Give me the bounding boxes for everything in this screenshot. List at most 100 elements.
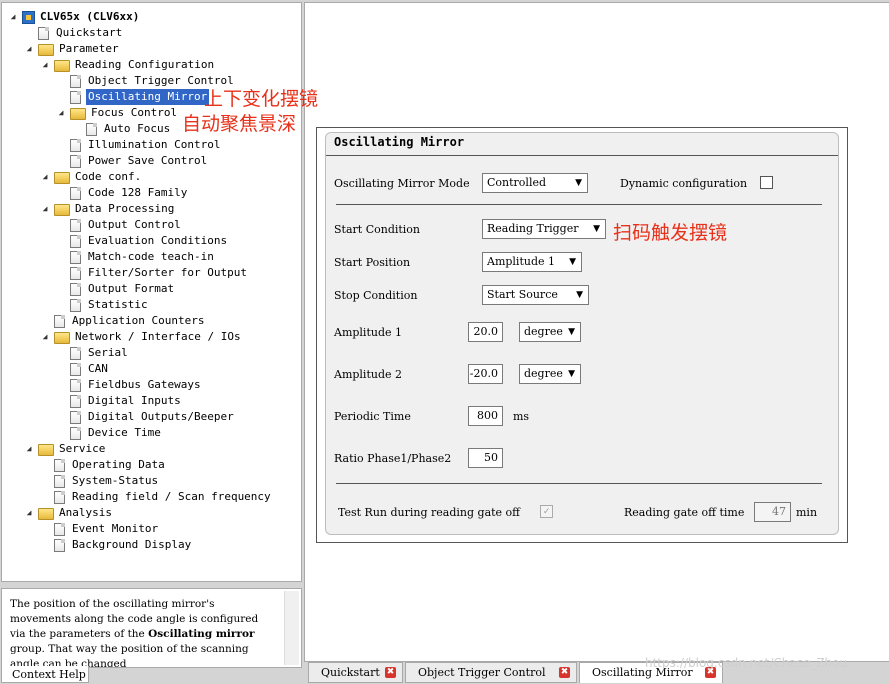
tree-item[interactable]: Output Control [2, 217, 299, 233]
tree-item-label: Analysis [59, 506, 112, 519]
tree-item[interactable]: Code 128 Family [2, 185, 299, 201]
chevron-down-icon: ▼ [569, 257, 576, 267]
chevron-down-icon: ▼ [593, 224, 600, 234]
tree-item[interactable]: System-Status [2, 473, 299, 489]
folder-icon [54, 60, 70, 72]
tree-item[interactable]: Illumination Control [2, 137, 299, 153]
start-condition-select[interactable]: Reading Trigger ▼ [482, 219, 606, 239]
tree-item-label: Reading Configuration [75, 58, 215, 71]
tree-item-label: Power Save Control [88, 154, 208, 167]
document-icon [38, 27, 49, 40]
close-icon[interactable]: ✖ [385, 667, 396, 678]
tree-item-label: Evaluation Conditions [88, 234, 228, 247]
folder-icon [54, 172, 70, 184]
expand-toggle-icon[interactable]: ◢ [40, 329, 50, 345]
oscillating-mirror-panel: Oscillating Mirror Oscillating Mirror Mo… [316, 127, 848, 543]
folder-icon [38, 444, 54, 456]
document-icon [70, 187, 81, 200]
expand-toggle-icon[interactable]: ◢ [40, 169, 50, 185]
tree-item[interactable]: Serial [2, 345, 299, 361]
expand-toggle-icon[interactable]: ◢ [24, 505, 34, 521]
document-icon [70, 251, 81, 264]
tree-item-label: System-Status [72, 474, 159, 487]
chevron-down-icon: ▼ [568, 369, 575, 379]
annotation-oscillating-mirror: 上下变化摆镜 [204, 88, 319, 110]
document-icon [70, 267, 81, 280]
tree-item[interactable]: Filter/Sorter for Output [2, 265, 299, 281]
tree-item-label: Quickstart [56, 26, 123, 39]
tree-item[interactable]: ◢ Network / Interface / IOs [2, 329, 299, 345]
tree-item[interactable]: Background Display [2, 537, 299, 553]
document-icon [70, 347, 81, 360]
test-run-checkbox[interactable]: ✓ [540, 505, 553, 518]
divider [326, 155, 838, 156]
document-icon [54, 539, 65, 552]
mode-select[interactable]: Controlled ▼ [482, 173, 588, 193]
tab-object-trigger-control[interactable]: Object Trigger Control ✖ [405, 662, 577, 683]
tree-item[interactable]: ◢ Reading Configuration [2, 57, 299, 73]
tree-item[interactable]: Event Monitor [2, 521, 299, 537]
folder-icon [38, 44, 54, 56]
expand-toggle-icon[interactable]: ◢ [40, 201, 50, 217]
divider [336, 204, 822, 205]
stop-condition-select[interactable]: Start Source ▼ [482, 285, 589, 305]
tab-quickstart[interactable]: Quickstart ✖ [308, 662, 403, 683]
tree-item[interactable]: Application Counters [2, 313, 299, 329]
expand-toggle-icon[interactable]: ◢ [40, 57, 50, 73]
tree-item[interactable]: ◢ Code conf. [2, 169, 299, 185]
ratio-input[interactable]: 50 [468, 448, 503, 468]
document-icon [70, 299, 81, 312]
amplitude2-unit-select[interactable]: degree ▼ [519, 364, 581, 384]
document-icon [70, 139, 81, 152]
document-icon [70, 155, 81, 168]
context-help-tab[interactable]: Context Help [1, 666, 89, 683]
tree-item-label: Auto Focus [104, 122, 171, 135]
tree-item[interactable]: Match-code teach-in [2, 249, 299, 265]
tree-item-label: Operating Data [72, 458, 165, 471]
amplitude1-unit-select[interactable]: degree ▼ [519, 322, 581, 342]
tree-item-label: Digital Outputs/Beeper [88, 410, 234, 423]
close-icon[interactable]: ✖ [559, 667, 570, 678]
context-help-text: The position of the oscillating mirror's… [10, 598, 259, 668]
tree-item-label: Serial [88, 346, 128, 359]
stop-condition-label: Stop Condition [334, 289, 418, 302]
tree-item[interactable]: ◢ Service [2, 441, 299, 457]
gate-off-time-label: Reading gate off time [624, 506, 745, 519]
tree-item[interactable]: Power Save Control [2, 153, 299, 169]
help-scrollbar[interactable] [284, 591, 299, 665]
tree-item[interactable]: ◢ Parameter [2, 41, 299, 57]
tree-item[interactable]: Fieldbus Gateways [2, 377, 299, 393]
tree-item[interactable]: Digital Outputs/Beeper [2, 409, 299, 425]
tree-item[interactable]: ◢ Data Processing [2, 201, 299, 217]
expand-toggle-icon[interactable]: ◢ [56, 105, 66, 121]
tree-item[interactable]: Reading field / Scan frequency [2, 489, 299, 505]
tree-item[interactable]: Device Time [2, 425, 299, 441]
tree-item[interactable]: CAN [2, 361, 299, 377]
dynamic-config-checkbox[interactable] [760, 176, 773, 189]
expand-toggle-icon[interactable]: ◢ [8, 9, 18, 25]
tree-item[interactable]: ◢ CLV65x (CLV6xx) [2, 9, 299, 25]
start-position-select[interactable]: Amplitude 1 ▼ [482, 252, 582, 272]
tree-item[interactable]: Digital Inputs [2, 393, 299, 409]
periodic-time-unit: ms [513, 410, 530, 423]
tree-item[interactable]: Statistic [2, 297, 299, 313]
amplitude2-input[interactable]: -20.0 [468, 364, 503, 384]
gate-off-time-input[interactable]: 47 [754, 502, 791, 522]
tree-item[interactable]: Output Format [2, 281, 299, 297]
tree-item[interactable]: Operating Data [2, 457, 299, 473]
tree-item-label: CAN [88, 362, 108, 375]
tree-item[interactable]: ◢ Analysis [2, 505, 299, 521]
tree-item-label: Code conf. [75, 170, 142, 183]
tree-item[interactable]: Quickstart [2, 25, 299, 41]
tree-item-label: Filter/Sorter for Output [88, 266, 247, 279]
periodic-time-input[interactable]: 800 [468, 406, 503, 426]
tree-item-label: CLV65x (CLV6xx) [40, 10, 140, 23]
document-icon [70, 283, 81, 296]
document-icon [54, 475, 65, 488]
expand-toggle-icon[interactable]: ◢ [24, 441, 34, 457]
mode-label: Oscillating Mirror Mode [334, 177, 470, 190]
expand-toggle-icon[interactable]: ◢ [24, 41, 34, 57]
tree-item[interactable]: Evaluation Conditions [2, 233, 299, 249]
document-icon [54, 459, 65, 472]
amplitude1-input[interactable]: 20.0 [468, 322, 503, 342]
